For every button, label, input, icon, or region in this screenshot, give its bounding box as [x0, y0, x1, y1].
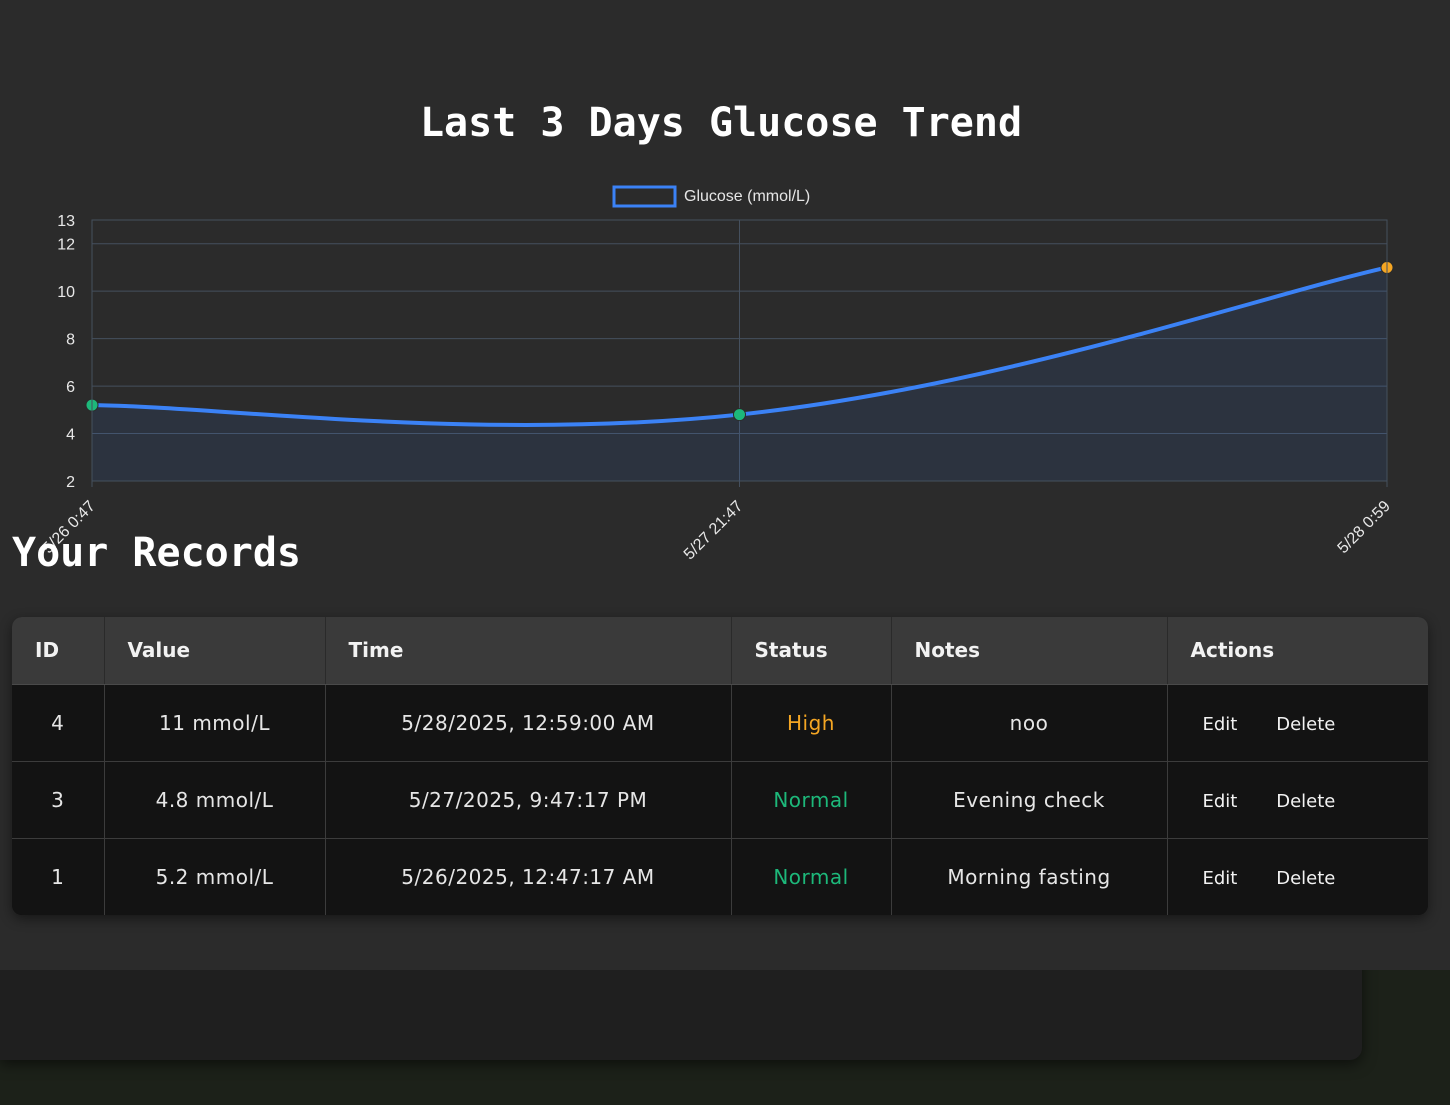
edit-button[interactable]: Edit: [1203, 868, 1238, 889]
column-header-notes: Notes: [891, 617, 1168, 685]
table-row: 4 11 mmol/L 5/28/2025, 12:59:00 AM High …: [12, 684, 1428, 762]
cell-id: 4: [12, 684, 105, 762]
status-badge: Normal: [731, 838, 892, 915]
column-header-time: Time: [325, 617, 732, 685]
status-badge: High: [731, 684, 892, 762]
table-row: 3 4.8 mmol/L 5/27/2025, 9:47:17 PM Norma…: [12, 761, 1428, 839]
cell-id: 1: [12, 838, 105, 915]
y-tick-label: 6: [66, 379, 75, 396]
column-header-id: ID: [12, 617, 105, 685]
y-tick-label: 13: [57, 213, 75, 230]
y-tick-label: 2: [66, 474, 75, 491]
cell-notes: Morning fasting: [891, 838, 1168, 915]
delete-button[interactable]: Delete: [1276, 868, 1335, 889]
glucose-trend-chart: Glucose (mmol/L)24681012135/26 0:47 5/27 …: [40, 185, 1394, 564]
cell-time: 5/27/2025, 9:47:17 PM: [325, 761, 732, 839]
cell-id: 3: [12, 761, 105, 839]
y-tick-label: 10: [57, 284, 75, 301]
y-tick-label: 8: [66, 332, 75, 349]
cell-actions: Edit Delete: [1166, 684, 1428, 762]
legend-label: Glucose (mmol/L): [684, 188, 810, 205]
cell-value: 5.2 mmol/L: [104, 838, 326, 915]
legend-swatch: [612, 185, 677, 208]
column-header-value: Value: [104, 617, 326, 685]
cell-actions: Edit Delete: [1166, 761, 1428, 839]
table-row: 1 5.2 mmol/L 5/26/2025, 12:47:17 AM Norm…: [12, 838, 1428, 915]
column-header-actions: Actions: [1167, 617, 1428, 685]
main-panel: Last 3 Days Glucose Trend Glucose (mmol/…: [0, 0, 1450, 970]
status-badge: Normal: [731, 761, 892, 839]
delete-button[interactable]: Delete: [1276, 714, 1335, 735]
y-tick-label: 12: [57, 237, 75, 254]
cell-time: 5/26/2025, 12:47:17 AM: [325, 838, 732, 915]
cell-notes: noo: [891, 684, 1168, 762]
column-header-status: Status: [731, 617, 892, 685]
edit-button[interactable]: Edit: [1203, 791, 1238, 812]
cell-notes: Evening check: [891, 761, 1168, 839]
table-header-row: ID Value Time Status Notes Actions: [12, 617, 1428, 685]
data-point: [733, 408, 746, 422]
records-table: ID Value Time Status Notes Actions 4 11 …: [12, 617, 1428, 915]
x-tick-label: 5/28 0:59: [1335, 498, 1394, 557]
delete-button[interactable]: Delete: [1276, 791, 1335, 812]
records-heading: Your Records: [12, 530, 301, 576]
x-tick-label: 5/27 21:47: [681, 498, 747, 564]
y-tick-label: 4: [66, 427, 75, 444]
cell-value: 4.8 mmol/L: [104, 761, 326, 839]
cell-value: 11 mmol/L: [104, 684, 326, 762]
edit-button[interactable]: Edit: [1203, 714, 1238, 735]
cell-time: 5/28/2025, 12:59:00 AM: [325, 684, 732, 762]
cell-actions: Edit Delete: [1166, 838, 1428, 915]
